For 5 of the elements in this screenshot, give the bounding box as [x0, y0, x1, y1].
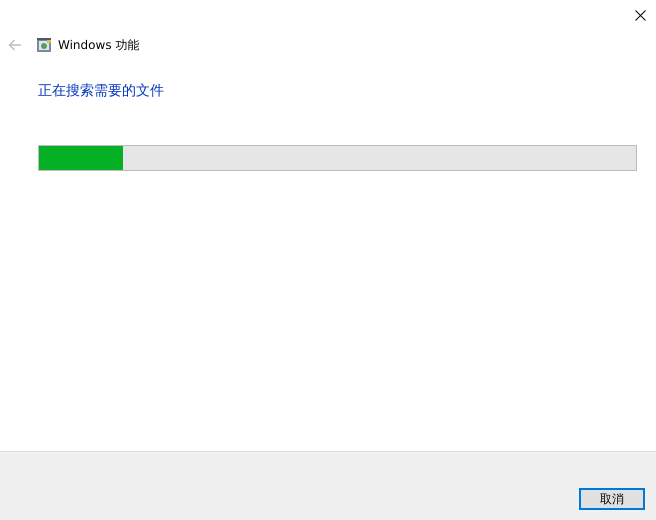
cancel-button[interactable]: 取消 [579, 488, 645, 510]
window-title: Windows 功能 [58, 36, 140, 54]
window-features-icon [36, 37, 52, 53]
close-icon[interactable] [635, 10, 646, 20]
status-heading: 正在搜索需要的文件 [38, 82, 165, 100]
